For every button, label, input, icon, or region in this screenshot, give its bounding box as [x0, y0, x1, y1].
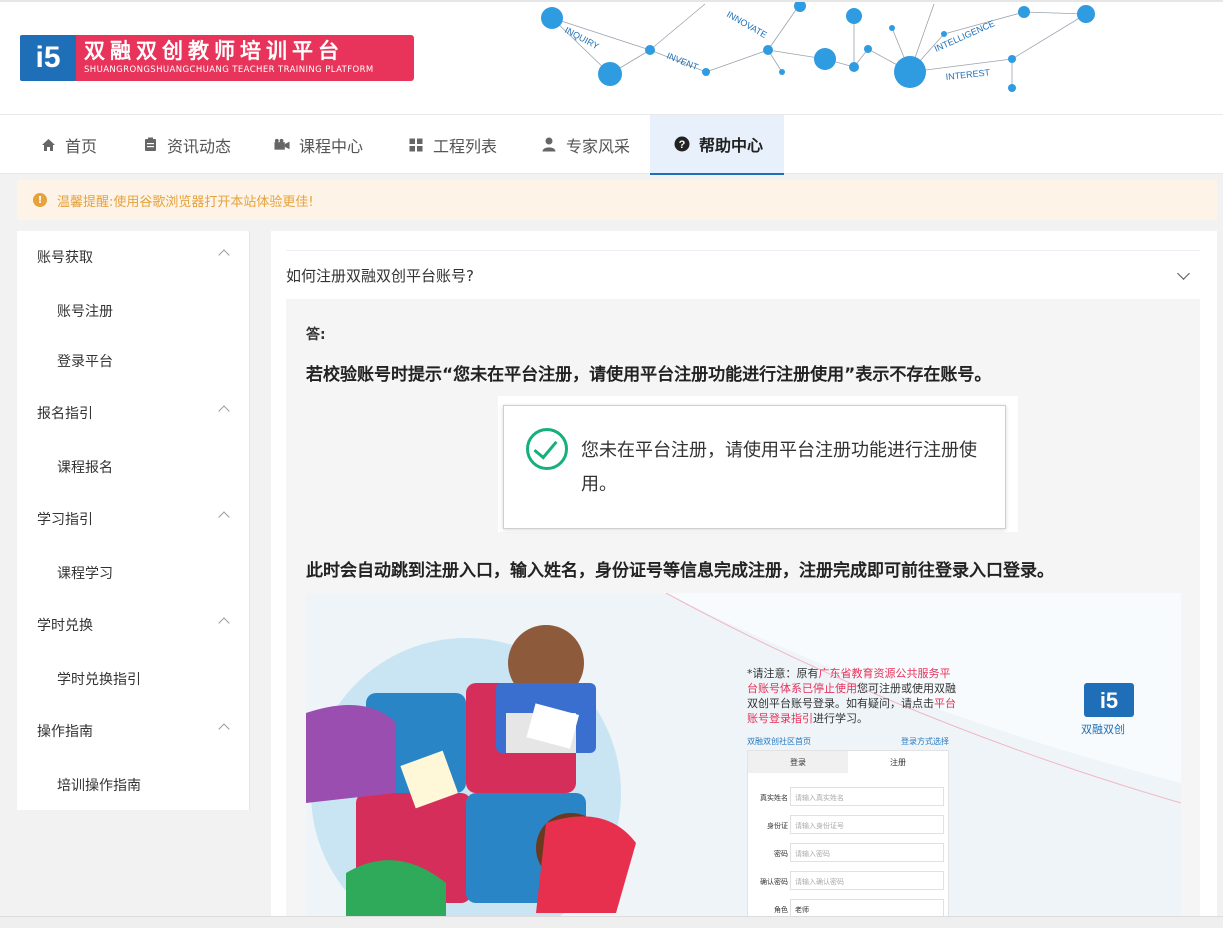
check-circle-icon — [526, 428, 568, 470]
register-page-image: *请注意：原有广东省教育资源公共服务平台账号体系已停止使用您可注册或使用双融双创… — [306, 593, 1181, 916]
field-id-card: 身份证 请输入身份证号 — [748, 815, 950, 835]
community-home-link: 双融双创社区首页 — [747, 737, 811, 746]
nav-news[interactable]: 资讯动态 — [142, 115, 231, 174]
sidebar-group-enroll[interactable]: 报名指引 — [17, 387, 250, 439]
chevron-up-icon — [218, 723, 230, 735]
banner-word-invent: INVENT — [665, 51, 700, 73]
home-icon — [40, 137, 56, 153]
nav-home[interactable]: 首页 — [40, 115, 97, 174]
field-real-name: 真实姓名 请输入真实姓名 — [748, 787, 950, 807]
camera-icon — [274, 137, 290, 153]
tab-login: 登录 — [748, 751, 848, 773]
tab-register: 注册 — [890, 757, 906, 767]
register-form-preview: 登录 注册 真实姓名 请输入真实姓名 身份证 请输入身份证号 密码 请输入密码 … — [747, 750, 949, 916]
site-logo[interactable]: i5 双融双创教师培训平台 SHUANGRONGSHUANGCHUANG TEA… — [20, 35, 414, 81]
banner-word-innovate: INNOVATE — [725, 9, 769, 40]
brand-logo-small: i5 — [1084, 683, 1134, 717]
register-notice: *请注意：原有广东省教育资源公共服务平台账号体系已停止使用您可注册或使用双融双创… — [747, 667, 956, 725]
user-icon — [541, 137, 557, 153]
sidebar-item-hours-guide[interactable]: 学时兑换指引 — [17, 654, 250, 704]
notice-text: 温馨提醒:使用谷歌浏览器打开本站体验更佳! — [57, 194, 314, 210]
news-icon — [142, 137, 158, 153]
field-confirm-password: 确认密码 请输入确认密码 — [748, 871, 950, 891]
register-links: 双融双创社区首页 登录方式选择 — [747, 736, 949, 747]
logo-subtitle: SHUANGRONGSHUANGCHUANG TEACHER TRAINING … — [84, 65, 374, 75]
sidebar-item-course-study[interactable]: 课程学习 — [17, 548, 250, 598]
help-content: 如何注册双融双创平台账号? 答: 若校验账号时提示“您未在平台注册，请使用平台注… — [271, 231, 1217, 916]
svg-text:?: ? — [679, 139, 686, 151]
sidebar-group-study[interactable]: 学习指引 — [17, 493, 250, 545]
answer-paragraph-1: 若校验账号时提示“您未在平台注册，请使用平台注册功能进行注册使用”表示不存在账号… — [306, 365, 992, 385]
sidebar-group-hours[interactable]: 学时兑换 — [17, 599, 250, 651]
chevron-up-icon — [218, 249, 230, 261]
browser-notice: ! 温馨提醒:使用谷歌浏览器打开本站体验更佳! — [17, 180, 1217, 220]
sidebar-item-operation-guide[interactable]: 培训操作指南 — [17, 760, 250, 810]
logo-mark: i5 — [20, 35, 76, 81]
main-nav: 首页 资讯动态 课程中心 工程列表 专家风采 ? 帮助中心 — [0, 114, 1223, 175]
grid-icon — [408, 137, 424, 153]
sidebar-group-account[interactable]: 账号获取 — [17, 231, 250, 283]
help-sidebar: 账号获取 账号注册 登录平台 报名指引 课程报名 学习指引 课程学习 学时兑换 … — [17, 231, 250, 810]
field-role: 角色 老师 — [748, 899, 950, 916]
horizontal-scrollbar[interactable] — [0, 916, 1223, 928]
sidebar-group-operation[interactable]: 操作指南 — [17, 705, 250, 757]
sidebar-item-login[interactable]: 登录平台 — [17, 336, 250, 386]
help-icon: ? — [674, 136, 690, 152]
login-method-link: 登录方式选择 — [901, 737, 949, 746]
header-banner-graphic: INQUIRY INVENT INNOVATE INTELLIGENCE INT… — [541, 2, 1095, 92]
nav-projects[interactable]: 工程列表 — [408, 115, 497, 174]
sidebar-item-course-enroll[interactable]: 课程报名 — [17, 442, 250, 492]
site-header: i5 双融双创教师培训平台 SHUANGRONGSHUANGCHUANG TEA… — [0, 0, 1223, 114]
answer-paragraph-2: 此时会自动跳到注册入口，输入姓名，身份证号等信息完成注册，注册完成即可前往登录入… — [306, 561, 1054, 581]
dialog-message: 您未在平台注册，请使用平台注册功能进行注册使用。 — [581, 440, 977, 495]
sidebar-item-register[interactable]: 账号注册 — [17, 286, 250, 336]
nav-courses[interactable]: 课程中心 — [274, 115, 363, 174]
banner-word-interest: INTEREST — [945, 67, 991, 82]
warning-icon: ! — [33, 193, 47, 207]
answer-label: 答: — [306, 327, 326, 343]
register-illustration — [306, 593, 1181, 916]
chevron-up-icon — [218, 511, 230, 523]
brand-logo-text: 双融双创 — [1081, 723, 1125, 736]
logo-title: 双融双创教师培训平台 — [84, 39, 344, 63]
chevron-up-icon — [218, 617, 230, 629]
svg-text:i5: i5 — [1100, 688, 1118, 713]
dialog-box: 您未在平台注册，请使用平台注册功能进行注册使用。 — [503, 405, 1006, 529]
chevron-down-icon — [1177, 267, 1190, 280]
faq-question[interactable]: 如何注册双融双创平台账号? — [286, 250, 1200, 299]
faq-answer: 答: 若校验账号时提示“您未在平台注册，请使用平台注册功能进行注册使用”表示不存… — [286, 299, 1200, 916]
field-password: 密码 请输入密码 — [748, 843, 950, 863]
chevron-up-icon — [218, 405, 230, 417]
unregistered-dialog-image: 您未在平台注册，请使用平台注册功能进行注册使用。 — [498, 396, 1018, 532]
nav-help[interactable]: ? 帮助中心 — [650, 115, 785, 175]
nav-experts[interactable]: 专家风采 — [541, 115, 630, 174]
